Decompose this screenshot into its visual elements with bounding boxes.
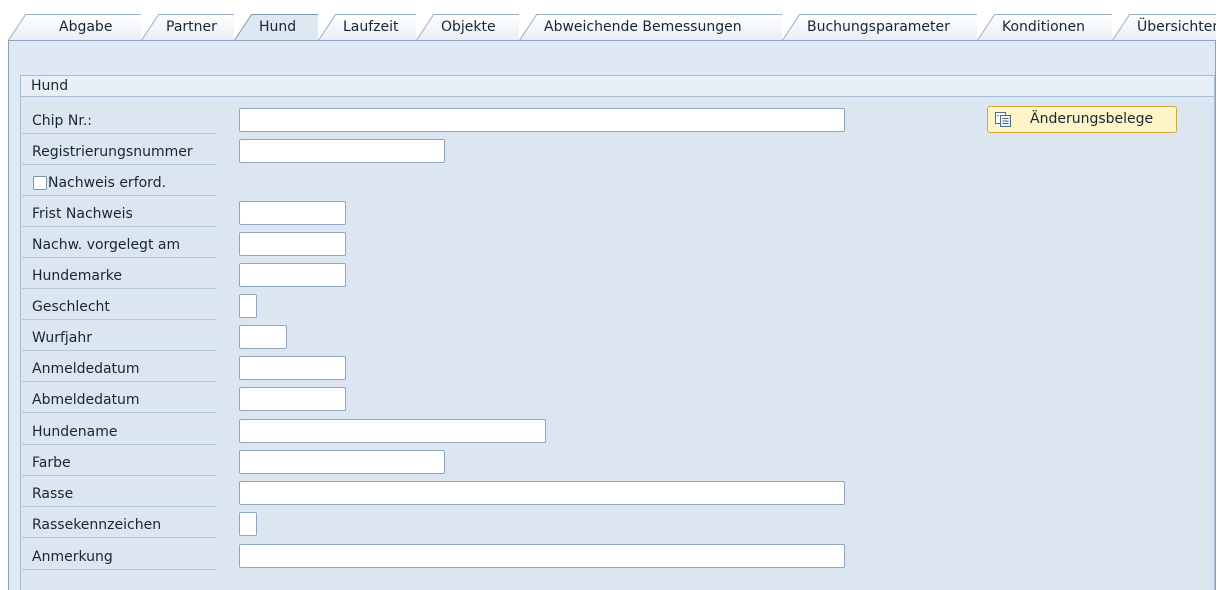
nachw-vorgelegt-am-input[interactable] [239, 232, 346, 256]
abmeldedatum-input[interactable] [239, 387, 346, 411]
tab-slant [1112, 14, 1130, 40]
farbe-input[interactable] [239, 450, 445, 474]
tab-label: Objekte [441, 19, 496, 35]
rassekennzeichen-input[interactable] [239, 512, 257, 536]
tab-label: Laufzeit [343, 19, 399, 35]
tab-laufzeit[interactable]: Laufzeit [318, 14, 417, 40]
aenderungsbelege-label: Änderungsbelege [1030, 111, 1154, 127]
tab-konditionen[interactable]: Konditionen [977, 14, 1113, 40]
label-hundename: Hundename [22, 419, 216, 445]
geschlecht-input[interactable] [239, 294, 257, 318]
tab-slant [318, 14, 336, 40]
anmeldedatum-input[interactable] [239, 356, 346, 380]
tab-slant [8, 14, 26, 40]
wurfjahr-input[interactable] [239, 325, 287, 349]
frist-nachweis-input[interactable] [239, 201, 346, 225]
chip-nr-input[interactable] [239, 108, 845, 132]
tab-slant [234, 14, 252, 40]
label-farbe: Farbe [22, 450, 216, 476]
tab-label: Hund [259, 19, 297, 35]
tab-slant [782, 14, 800, 40]
label-abmeldedatum: Abmeldedatum [22, 387, 216, 413]
tab-strip: Abgabe Partner Hund Laufzeit Objekte Abw… [8, 12, 1216, 41]
tab-label: Abweichende Bemessungen [544, 19, 742, 35]
label-registrierungsnummer: Registrierungsnummer [22, 139, 216, 165]
tab-objekte[interactable]: Objekte [416, 14, 520, 40]
nachweis-erford-label: Nachweis erford. [48, 175, 167, 191]
tab-label: Konditionen [1002, 19, 1086, 35]
nachweis-erford-checkbox[interactable] [33, 176, 47, 190]
hundemarke-input[interactable] [239, 263, 346, 287]
tab-hund[interactable]: Hund [234, 14, 319, 40]
tab-label: Partner [166, 19, 217, 35]
hundename-input[interactable] [239, 419, 546, 443]
tab-buchungsparameter[interactable]: Buchungsparameter [782, 14, 978, 40]
anmerkung-input[interactable] [239, 544, 845, 568]
tab-slant [519, 14, 537, 40]
tab-label: Abgabe [59, 19, 113, 35]
tab-label: Übersichten [1137, 19, 1216, 35]
label-rasse: Rasse [22, 481, 216, 507]
tab-slant [416, 14, 434, 40]
label-wurfjahr: Wurfjahr [22, 325, 216, 351]
tab-abweichende-bemessungen[interactable]: Abweichende Bemessungen [519, 14, 783, 40]
tab-slant [977, 14, 995, 40]
change-documents-icon [995, 112, 1011, 127]
label-rassekennzeichen: Rassekennzeichen [22, 512, 216, 538]
tab-uebersichten[interactable]: Übersichten [1112, 14, 1216, 40]
rasse-input[interactable] [239, 481, 845, 505]
label-hundemarke: Hundemarke [22, 263, 216, 289]
sap-screen: Abgabe Partner Hund Laufzeit Objekte Abw… [0, 0, 1224, 590]
tab-label: Buchungsparameter [807, 19, 950, 35]
label-chip-nr: Chip Nr.: [22, 108, 216, 134]
label-anmerkung: Anmerkung [22, 544, 216, 570]
label-nachw-vorgelegt-am: Nachw. vorgelegt am [22, 232, 216, 258]
tab-abgabe[interactable]: Abgabe [8, 14, 142, 40]
group-title: Hund [21, 76, 1214, 97]
tab-slant [141, 14, 159, 40]
label-anmeldedatum: Anmeldedatum [22, 356, 216, 382]
tab-partner[interactable]: Partner [141, 14, 235, 40]
label-frist-nachweis: Frist Nachweis [22, 201, 216, 227]
aenderungsbelege-button[interactable]: Änderungsbelege [987, 106, 1177, 133]
registrierungsnummer-input[interactable] [239, 139, 445, 163]
label-geschlecht: Geschlecht [22, 294, 216, 320]
